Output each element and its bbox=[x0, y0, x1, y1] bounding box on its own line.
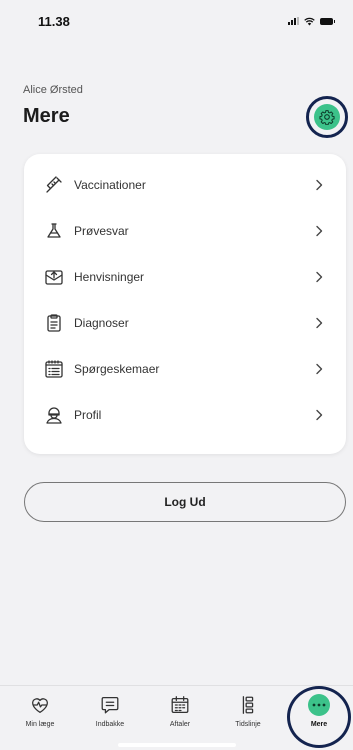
settings-highlight-ring bbox=[306, 96, 348, 138]
tab-indbakke[interactable]: Indbakke bbox=[80, 694, 140, 740]
page-title: Mere bbox=[23, 105, 70, 127]
user-name: Alice Ørsted bbox=[23, 84, 83, 96]
signal-icon bbox=[288, 17, 299, 25]
chevron-right-icon bbox=[316, 317, 323, 329]
wifi-icon bbox=[304, 17, 315, 25]
menu-item-label: Prøvesvar bbox=[74, 224, 129, 238]
menu-item-label: Vaccinationer bbox=[74, 178, 146, 192]
chevron-right-icon bbox=[316, 363, 323, 375]
logout-button[interactable]: Log Ud bbox=[24, 482, 346, 522]
menu-item-provesvar[interactable]: Prøvesvar bbox=[24, 208, 346, 254]
tab-label: Min læge bbox=[25, 721, 55, 728]
menu-item-sporgeskemaer[interactable]: Spørgeskemaer bbox=[24, 346, 346, 392]
flask-icon bbox=[44, 221, 64, 241]
questionnaire-icon bbox=[44, 359, 64, 379]
logout-label: Log Ud bbox=[164, 495, 206, 509]
profile-icon bbox=[44, 405, 64, 425]
syringe-icon bbox=[44, 175, 64, 195]
settings-button[interactable] bbox=[314, 104, 340, 130]
menu-item-diagnoser[interactable]: Diagnoser bbox=[24, 300, 346, 346]
timeline-icon bbox=[237, 694, 259, 716]
heart-pulse-icon bbox=[29, 694, 51, 716]
tab-label: Aftaler bbox=[169, 721, 191, 728]
tab-aftaler[interactable]: Aftaler bbox=[150, 694, 210, 740]
tab-label: Indbakke bbox=[95, 721, 125, 728]
chevron-right-icon bbox=[316, 225, 323, 237]
menu-item-label: Diagnoser bbox=[74, 316, 129, 330]
clipboard-icon bbox=[44, 313, 64, 333]
chevron-right-icon bbox=[316, 409, 323, 421]
status-icons bbox=[288, 15, 335, 27]
chevron-right-icon bbox=[316, 271, 323, 283]
menu-item-vaccinationer[interactable]: Vaccinationer bbox=[24, 162, 346, 208]
tab-label: Tidslinje bbox=[235, 721, 261, 728]
referral-icon bbox=[44, 267, 64, 287]
home-indicator bbox=[118, 743, 236, 747]
menu-item-henvisninger[interactable]: Henvisninger bbox=[24, 254, 346, 300]
tab-mere-highlight-ring bbox=[287, 686, 351, 748]
tab-min-laege[interactable]: Min læge bbox=[10, 694, 70, 740]
menu-card: Vaccinationer Prøvesvar Henvisninger Dia… bbox=[24, 154, 346, 454]
message-icon bbox=[99, 694, 121, 716]
menu-item-label: Spørgeskemaer bbox=[74, 362, 160, 376]
status-bar: 11.38 bbox=[0, 0, 353, 40]
calendar-icon bbox=[169, 694, 191, 716]
battery-icon bbox=[320, 17, 335, 25]
gear-icon bbox=[319, 110, 335, 125]
menu-item-profil[interactable]: Profil bbox=[24, 392, 346, 438]
menu-item-label: Profil bbox=[74, 408, 102, 422]
chevron-right-icon bbox=[316, 179, 323, 191]
menu-item-label: Henvisninger bbox=[74, 270, 145, 284]
tab-tidslinje[interactable]: Tidslinje bbox=[218, 694, 278, 740]
status-time: 11.38 bbox=[38, 14, 70, 29]
